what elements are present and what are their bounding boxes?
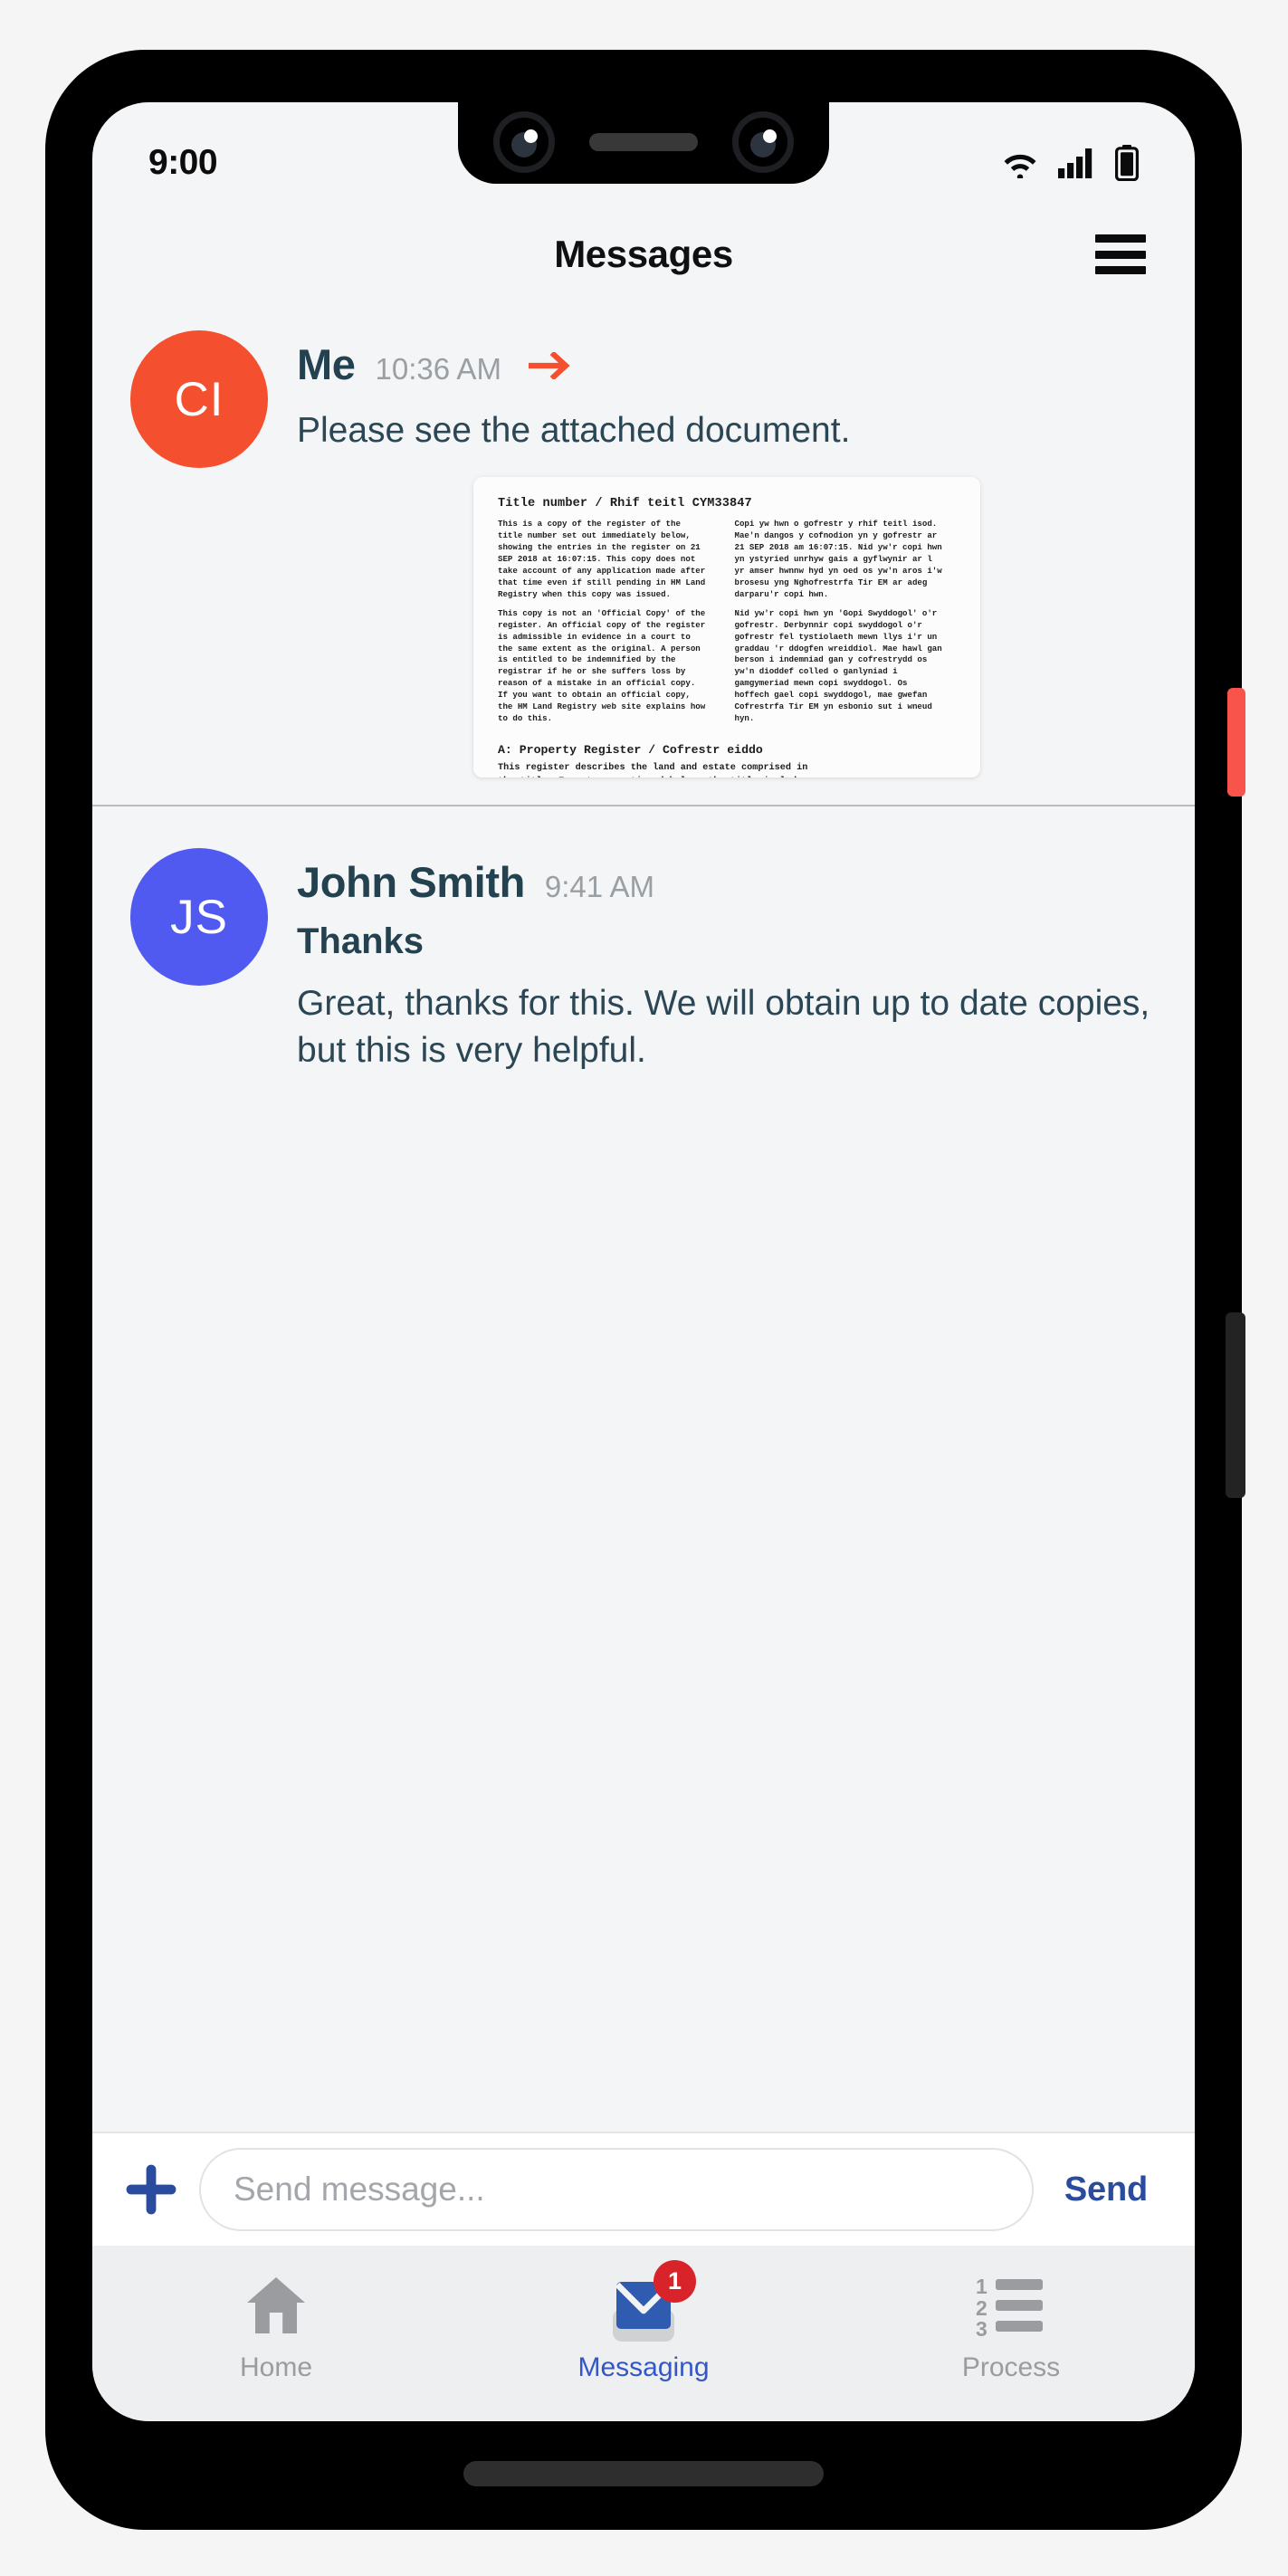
side-button-red[interactable] <box>1227 688 1245 797</box>
hamburger-menu-icon[interactable] <box>1095 234 1146 274</box>
page-title: Messages <box>554 233 733 275</box>
nav-item-process[interactable]: 1 2 3 Process <box>827 2271 1195 2383</box>
message-timestamp: 9:41 AM <box>544 870 654 904</box>
message-header: Me 10:36 AM <box>297 339 1157 389</box>
message-sender: John Smith <box>297 858 525 907</box>
message-item-john-smith[interactable]: JS John Smith 9:41 AM Thanks Great, than… <box>92 805 1195 1101</box>
document-paragraph: This copy is not an 'Official Copy' of t… <box>498 607 706 723</box>
document-paragraph: Nid yw'r copi hwn yn 'Gopi Swyddogol' o'… <box>734 607 942 723</box>
nav-label-home: Home <box>239 2352 313 2382</box>
cellular-signal-icon <box>1058 148 1092 178</box>
envelope-icon: 1 <box>611 2260 696 2340</box>
document-paragraph: Copi yw hwn o gofrestr y rhif teitl isod… <box>734 519 942 599</box>
message-text: Great, thanks for this. We will obtain u… <box>297 984 1150 1070</box>
bottom-navigation: Home 1 Messaging 1 2 3 Process <box>92 2246 1195 2421</box>
document-section-body: This register describes the land and est… <box>498 762 808 778</box>
arrow-right-icon <box>528 352 577 379</box>
phone-device: 9:00 Messages CI Me 10:36 AM Please see … <box>45 50 1245 2530</box>
home-indicator[interactable] <box>463 2461 824 2486</box>
nav-label-messaging: Messaging <box>577 2352 710 2382</box>
nav-label-process: Process <box>961 2352 1061 2382</box>
status-bar: 9:00 <box>92 102 1195 204</box>
nav-item-messaging[interactable]: 1 Messaging <box>460 2260 827 2383</box>
document-column-english: This is a copy of the register of the ti… <box>498 519 720 731</box>
numbered-list-icon: 1 2 3 <box>976 2271 1046 2340</box>
message-timestamp: 10:36 AM <box>375 352 501 386</box>
avatar: CI <box>130 330 268 468</box>
side-button-volume[interactable] <box>1226 1312 1245 1498</box>
app-header: Messages <box>92 204 1195 305</box>
message-item-me[interactable]: CI Me 10:36 AM Please see the attached d… <box>92 305 1195 805</box>
wifi-icon <box>1004 154 1036 178</box>
message-body: Me 10:36 AM Please see the attached docu… <box>297 330 1157 778</box>
message-list[interactable]: CI Me 10:36 AM Please see the attached d… <box>92 305 1195 2132</box>
message-composer: Send <box>92 2132 1195 2246</box>
status-icons <box>999 145 1139 181</box>
nav-item-home[interactable]: Home <box>92 2271 460 2383</box>
phone-screen: 9:00 Messages CI Me 10:36 AM Please see … <box>92 102 1195 2421</box>
unread-badge: 1 <box>654 2260 696 2303</box>
message-subject: Thanks <box>297 921 425 962</box>
document-column-welsh: Copi yw hwn o gofrestr y rhif teitl isod… <box>735 519 957 731</box>
document-section-title: A: Property Register / Cofrestr eiddo <box>498 742 763 757</box>
message-text: Please see the attached document. <box>297 411 851 450</box>
send-message-input[interactable] <box>199 2148 1034 2231</box>
document-title: Title number / Rhif teitl CYM33847 <box>498 497 752 511</box>
message-body: John Smith 9:41 AM Thanks Great, thanks … <box>297 848 1157 1073</box>
status-time: 9:00 <box>148 143 218 182</box>
plus-icon[interactable] <box>125 2163 177 2216</box>
document-columns: This is a copy of the register of the ti… <box>498 519 956 731</box>
document-paragraph: This is a copy of the register of the ti… <box>498 519 706 599</box>
svg-text:1: 1 <box>976 2275 987 2298</box>
message-header: John Smith 9:41 AM <box>297 857 1157 907</box>
document-attachment-thumbnail[interactable]: Title number / Rhif teitl CYM33847 This … <box>473 477 980 778</box>
send-button[interactable]: Send <box>1055 2171 1162 2209</box>
battery-icon <box>1115 145 1139 181</box>
avatar: JS <box>130 848 268 987</box>
svg-text:3: 3 <box>976 2317 987 2337</box>
message-sender: Me <box>297 340 356 388</box>
home-icon <box>242 2271 310 2340</box>
